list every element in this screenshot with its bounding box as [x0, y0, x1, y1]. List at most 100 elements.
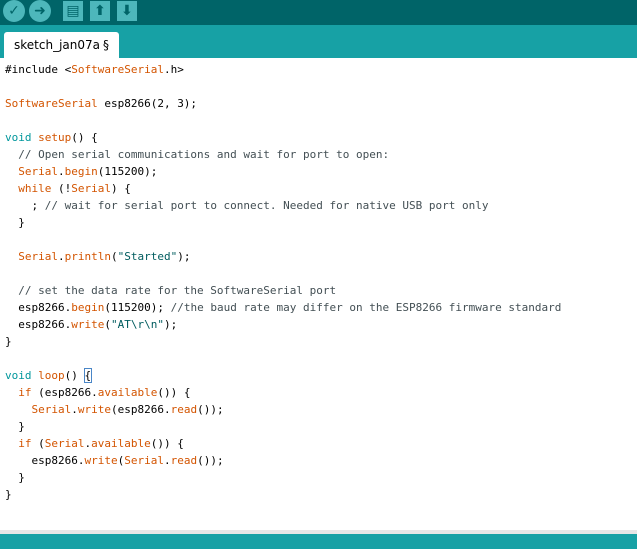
- code-token: ());: [197, 454, 224, 467]
- code-token: void: [5, 369, 32, 382]
- code-token: ()) {: [157, 386, 191, 399]
- code-token: .: [71, 403, 78, 416]
- code-token: ());: [197, 403, 224, 416]
- code-line: }: [5, 486, 12, 503]
- code-token: Serial: [44, 437, 85, 450]
- code-token: write: [71, 318, 105, 331]
- code-token: (!: [51, 182, 72, 195]
- code-token: Serial: [31, 403, 72, 416]
- code-token: "AT\r\n": [110, 318, 164, 331]
- code-token: available: [91, 437, 151, 450]
- code-token: );: [163, 318, 178, 331]
- code-token: read: [170, 403, 198, 416]
- modified-marker: §: [102, 38, 109, 52]
- code-token: {: [83, 368, 93, 383]
- code-token: }: [5, 216, 25, 229]
- save-sketch-button[interactable]: ⬇: [115, 0, 139, 22]
- code-line: #include <SoftwareSerial.h>: [5, 61, 184, 78]
- code-token: (esp8266.: [31, 386, 98, 399]
- code-line: }: [5, 214, 25, 231]
- code-token: }: [5, 488, 12, 501]
- code-token: esp8266.: [5, 454, 85, 467]
- code-token: available: [97, 386, 158, 399]
- code-token: );: [177, 250, 191, 263]
- code-line: }: [5, 418, 25, 435]
- code-token: esp8266.: [5, 301, 72, 314]
- code-token: Serial: [18, 165, 58, 178]
- code-token: ()) {: [150, 437, 184, 450]
- code-token: esp8266.: [5, 318, 72, 331]
- code-line: void loop() {: [5, 367, 93, 384]
- code-token: println: [64, 250, 111, 263]
- new-sketch-button[interactable]: ▤: [61, 0, 85, 22]
- arrow-up-icon: ⬆: [94, 3, 106, 19]
- code-token: begin: [64, 165, 98, 178]
- code-token: (: [104, 318, 111, 331]
- code-token: }: [5, 335, 12, 348]
- code-token: .: [58, 165, 65, 178]
- code-token: SoftwareSerial: [5, 97, 98, 110]
- code-token: loop: [38, 369, 65, 382]
- code-line: SoftwareSerial esp8266(2, 3);: [5, 95, 197, 112]
- code-line: esp8266.begin(115200); //the baud rate m…: [5, 299, 561, 316]
- code-token: (esp8266.: [111, 403, 171, 416]
- tab-sketch-jan07a[interactable]: sketch_jan07a §: [4, 32, 119, 58]
- new-file-icon: ▤: [66, 3, 80, 19]
- code-token: Serial: [71, 182, 111, 195]
- code-token: void: [5, 131, 32, 144]
- code-token: () {: [71, 131, 98, 144]
- code-token: "Started": [117, 250, 178, 263]
- code-token: SoftwareSerial: [71, 63, 164, 76]
- code-token: // set the data rate for the SoftwareSer…: [5, 284, 337, 297]
- code-token: (: [110, 250, 118, 263]
- code-token: if: [18, 386, 32, 399]
- code-line: Serial.begin(115200);: [5, 163, 157, 180]
- code-line: // Open serial communications and wait f…: [5, 146, 389, 163]
- code-line: while (!Serial) {: [5, 180, 131, 197]
- code-line: if (Serial.available()) {: [5, 435, 184, 452]
- code-line: // set the data rate for the SoftwareSer…: [5, 282, 336, 299]
- code-token: }: [5, 471, 25, 484]
- code-token: write: [84, 454, 118, 467]
- code-editor[interactable]: #include <SoftwareSerial.h> SoftwareSeria…: [0, 58, 637, 530]
- code-token: while: [18, 182, 52, 195]
- code-token: Serial: [18, 250, 58, 263]
- status-bar: [0, 534, 637, 549]
- code-token: .: [58, 250, 65, 263]
- code-line: esp8266.write("AT\r\n");: [5, 316, 177, 333]
- code-token: .: [163, 454, 171, 467]
- code-token: (): [64, 369, 85, 382]
- open-sketch-button[interactable]: ⬆: [88, 0, 112, 22]
- code-line: Serial.println("Started");: [5, 248, 190, 265]
- tab-strip: sketch_jan07a §: [0, 25, 637, 58]
- code-token: begin: [71, 301, 105, 314]
- code-token: if: [18, 437, 32, 450]
- code-line: }: [5, 469, 25, 486]
- code-token: esp8266(2, 3);: [97, 97, 198, 110]
- upload-button[interactable]: ➜: [28, 0, 52, 22]
- code-token: (115200);: [104, 301, 171, 314]
- code-token: (115200);: [97, 165, 158, 178]
- code-line: void setup() {: [5, 129, 98, 146]
- code-token: #include: [5, 63, 65, 76]
- code-token: //the baud rate may differ on the ESP826…: [170, 301, 562, 314]
- code-token: ;: [5, 199, 45, 212]
- code-token: write: [77, 403, 111, 416]
- code-token: read: [170, 454, 198, 467]
- code-token: Serial: [124, 454, 164, 467]
- code-line: ; // wait for serial port to connect. Ne…: [5, 197, 488, 214]
- code-line: esp8266.write(Serial.read());: [5, 452, 224, 469]
- arrow-right-icon: ➜: [34, 3, 46, 19]
- code-line: Serial.write(esp8266.read());: [5, 401, 224, 418]
- tab-label: sketch_jan07a: [14, 38, 100, 52]
- verify-button[interactable]: ✓: [2, 0, 26, 22]
- code-line: }: [5, 333, 12, 350]
- code-token: // Open serial communications and wait f…: [5, 148, 390, 161]
- code-token: ) {: [111, 182, 131, 195]
- arrow-down-icon: ⬇: [121, 3, 133, 19]
